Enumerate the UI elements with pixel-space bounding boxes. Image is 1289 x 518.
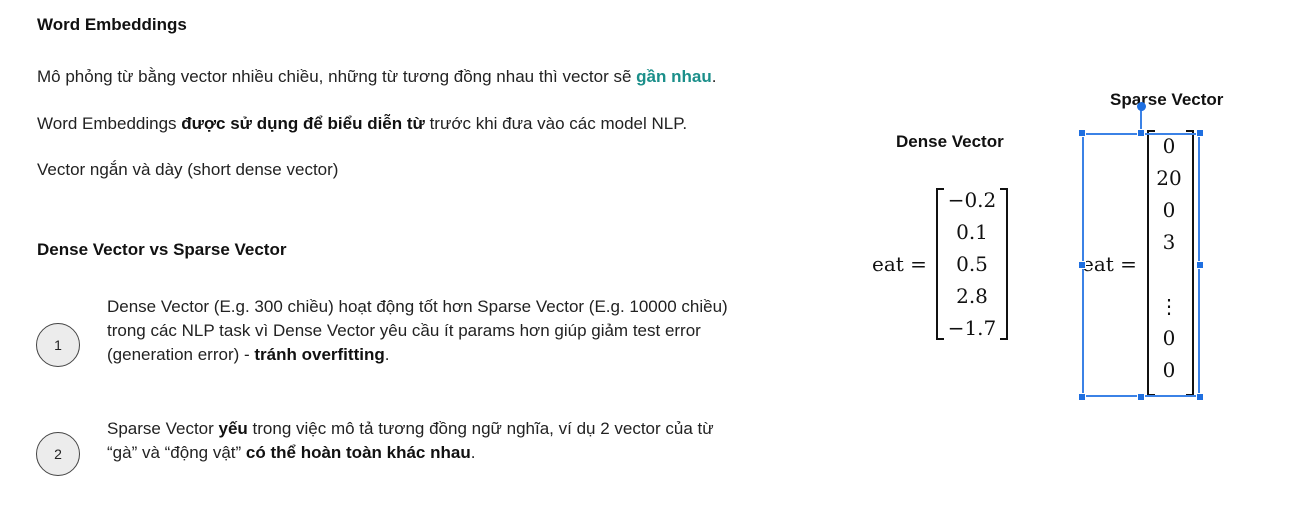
item1-prefix: Dense Vector (E.g. 300 chiều) hoạt động …: [107, 297, 728, 364]
dense-value: −1.7: [947, 316, 997, 340]
dense-value: 0.1: [956, 220, 988, 244]
paragraph-usage: Word Embeddings được sử dụng để biểu diễ…: [37, 112, 687, 136]
step-number-1: 1: [36, 323, 80, 367]
item2-bold2: có thể hoàn toàn khác nhau: [245, 443, 471, 462]
usage-prefix: Word Embeddings: [37, 114, 182, 133]
dense-right-bracket: [1000, 188, 1008, 340]
resize-handle-bottom[interactable]: [1137, 393, 1145, 401]
dense-value: 2.8: [956, 284, 988, 308]
resize-handle-left[interactable]: [1078, 261, 1086, 269]
selection-box[interactable]: [1082, 133, 1200, 397]
item2-bold: yếu: [218, 419, 248, 438]
paragraph-definition: Mô phỏng từ bằng vector nhiều chiều, nhữ…: [37, 65, 716, 89]
sparse-vector-title: Sparse Vector: [1110, 90, 1224, 109]
section-title-word-embeddings: Word Embeddings: [37, 15, 187, 34]
item2-suffix: .: [470, 443, 476, 462]
dense-value: −0.2: [947, 188, 997, 212]
highlight-text: gần nhau: [636, 67, 712, 86]
resize-handle-bottom-left[interactable]: [1078, 393, 1086, 401]
dense-vector-title: Dense Vector: [896, 132, 1004, 151]
resize-handle-bottom-right[interactable]: [1196, 393, 1204, 401]
definition-suffix: .: [711, 67, 717, 86]
resize-handle-top-right[interactable]: [1196, 129, 1204, 137]
paragraph-short-dense: Vector ngắn và dày (short dense vector): [37, 160, 339, 179]
resize-handle-top-left[interactable]: [1078, 129, 1086, 137]
dense-value: 0.5: [956, 252, 988, 276]
resize-handle-right[interactable]: [1196, 261, 1204, 269]
section-title-dense-vs-sparse: Dense Vector vs Sparse Vector: [37, 240, 287, 259]
rotate-handle[interactable]: [1137, 102, 1146, 111]
usage-suffix: trước khi đưa vào các model NLP.: [424, 114, 688, 133]
item2-prefix: Sparse Vector: [107, 419, 219, 438]
item1-suffix: .: [384, 345, 390, 364]
list-item-2-text: Sparse Vector yếu trong việc mô tả tương…: [107, 417, 747, 465]
dense-left-bracket: [936, 188, 944, 340]
definition-text: Mô phỏng từ bằng vector nhiều chiều, nhữ…: [37, 67, 637, 86]
usage-bold: được sử dụng để biểu diễn từ: [181, 114, 425, 133]
list-item-1-text: Dense Vector (E.g. 300 chiều) hoạt động …: [107, 295, 757, 367]
resize-handle-top[interactable]: [1137, 129, 1145, 137]
step-number-2: 2: [36, 432, 80, 476]
dense-equation-lhs: eat =: [872, 252, 927, 276]
dense-vector-values: −0.2 0.1 0.5 2.8 −1.7: [944, 184, 1000, 344]
item1-bold: tránh overfitting: [254, 345, 385, 364]
